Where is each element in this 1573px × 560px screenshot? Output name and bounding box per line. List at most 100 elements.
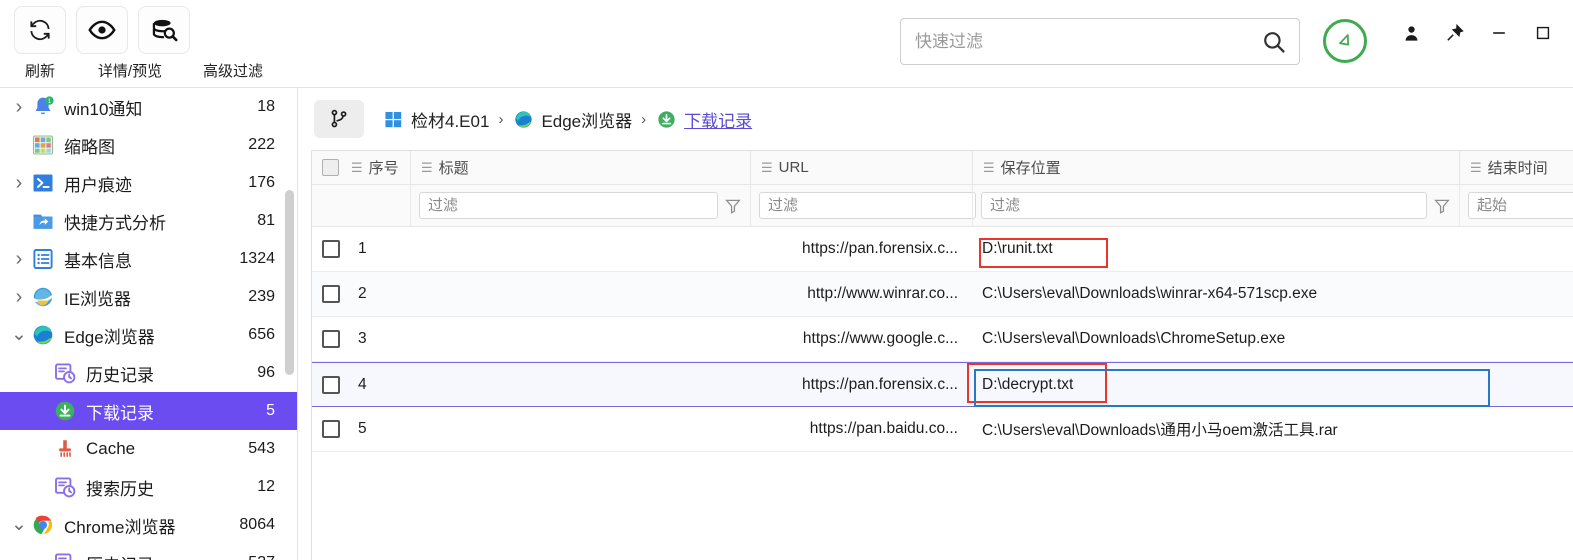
sidebar-item-4[interactable]: › 基本信息 1324 (0, 240, 297, 278)
sidebar-item-2[interactable]: › 用户痕迹 176 (0, 164, 297, 202)
filter-input-title[interactable] (419, 192, 718, 219)
column-header-location[interactable]: ☰ 保存位置 (972, 150, 1459, 185)
table-row[interactable]: 1 https://pan.forensix.c... D:\runit.txt (312, 227, 1573, 272)
cell-title (410, 407, 750, 451)
chevron-right-icon[interactable]: › (8, 286, 30, 309)
breadcrumb-bar: 检材4.E01 › Edge浏览器 › 下载记录 (298, 88, 1573, 150)
sidebar-item-3[interactable]: 快捷方式分析 81 (0, 202, 297, 240)
cache-broom-icon (52, 436, 78, 462)
column-header-location-label: 保存位置 (1000, 160, 1061, 177)
top-toolbar: 刷新 详情/预览 高级过滤 (0, 0, 1573, 88)
column-menu-icon[interactable]: ☰ (1470, 160, 1482, 176)
column-menu-icon[interactable]: ☰ (983, 160, 995, 176)
chevron-down-icon[interactable]: ⌄ (8, 515, 30, 534)
breadcrumb-item-1[interactable]: Edge浏览器 (512, 107, 632, 132)
minimize-button[interactable] (1488, 22, 1510, 44)
row-checkbox[interactable] (322, 285, 340, 303)
filter-input-url[interactable] (759, 192, 976, 219)
sidebar-scrollbar-thumb[interactable] (285, 190, 294, 375)
column-menu-icon[interactable]: ☰ (351, 160, 363, 176)
chevron-right-icon[interactable]: › (8, 96, 30, 119)
sidebar-item-1[interactable]: 缩略图 222 (0, 126, 297, 164)
sidebar-item-label: 搜索历史 (86, 479, 154, 499)
cell-endtime (1459, 317, 1573, 361)
pin-window-button[interactable] (1444, 22, 1466, 44)
sidebar-item-6[interactable]: ⌄ Edge浏览器 656 (0, 316, 297, 354)
user-icon (1405, 25, 1417, 41)
column-menu-icon[interactable]: ☰ (421, 160, 433, 176)
table-row[interactable]: 2 http://www.winrar.co... C:\Users\eval\Do… (312, 272, 1573, 317)
cell-endtime (1459, 227, 1573, 271)
column-header-url-label: URL (778, 159, 809, 176)
chrome-browser-icon (30, 512, 56, 538)
sidebar-item-count: 537 (248, 554, 297, 560)
table-row[interactable]: 4 https://pan.forensix.c... D:\decrypt.txt (312, 362, 1573, 407)
filter-input-endtime[interactable] (1468, 192, 1573, 219)
row-checkbox[interactable] (322, 240, 340, 258)
advanced-filter-button-label: 高级过滤 (202, 63, 263, 80)
sidebar-item-label: win10通知 (64, 99, 143, 119)
chevron-right-icon[interactable]: › (8, 172, 30, 195)
list-info-icon (30, 246, 56, 272)
sidebar-item-label: 缩略图 (64, 137, 115, 157)
filter-cell-title (410, 184, 750, 227)
sidebar-item-label: 快捷方式分析 (64, 213, 166, 233)
chevron-down-icon[interactable]: ⌄ (8, 325, 30, 344)
advanced-filter-button[interactable] (138, 6, 190, 54)
column-header-url[interactable]: ☰ URL (750, 150, 972, 185)
thumbnail-grid-icon (30, 132, 56, 158)
sidebar-item-9[interactable]: Cache 543 (0, 430, 297, 468)
detail-preview-button[interactable] (76, 6, 128, 54)
row-checkbox[interactable] (322, 420, 340, 438)
sidebar-item-label: Chrome浏览器 (64, 517, 176, 537)
pin-icon (1447, 23, 1464, 41)
row-checkbox[interactable] (322, 330, 340, 348)
cell-location: C:\Users\eval\Downloads\winrar-x64-571sc… (982, 285, 1318, 302)
sidebar-item-label: IE浏览器 (64, 289, 132, 309)
table-row[interactable]: 3 https://www.google.c... C:\Users\eval\Do… (312, 317, 1573, 362)
funnel-icon[interactable] (724, 197, 742, 215)
cell-endtime (1459, 272, 1573, 316)
notification-ring-button[interactable] (1323, 19, 1367, 63)
column-header-title[interactable]: ☰ 标题 (410, 150, 750, 185)
sidebar-item-8[interactable]: 下载记录 5 (0, 392, 297, 430)
breadcrumb-item-0[interactable]: 检材4.E01 (382, 107, 489, 132)
toolbar-button-group (14, 6, 190, 54)
sidebar-item-7[interactable]: 历史记录 96 (0, 354, 297, 392)
chevron-right-icon[interactable]: › (8, 248, 30, 271)
cell-index-value: 1 (358, 240, 367, 257)
sidebar-item-count: 5 (266, 402, 275, 419)
sidebar-item-12[interactable]: 历史记录537 (0, 544, 297, 560)
sidebar-item-11[interactable]: ⌄ Chrome浏览器 8064 (0, 506, 297, 544)
refresh-button[interactable] (14, 6, 66, 54)
breadcrumb-item-label: 下载记录 (684, 111, 753, 131)
breadcrumb-item-2[interactable]: 下载记录 (655, 107, 752, 132)
select-all-checkbox[interactable] (322, 159, 339, 176)
breadcrumb-separator: › (641, 110, 647, 128)
sidebar-item-count: 18 (257, 98, 275, 115)
shortcut-folder-icon (30, 208, 56, 234)
filter-input-location[interactable] (981, 192, 1427, 219)
cell-title (410, 227, 750, 271)
quick-filter-search-box[interactable] (900, 18, 1300, 65)
cell-index: 3 (312, 317, 410, 361)
maximize-button[interactable] (1532, 22, 1554, 44)
git-branch-icon (331, 109, 347, 128)
funnel-icon[interactable] (1433, 197, 1451, 215)
column-header-endtime[interactable]: ☰ 结束时间 (1459, 150, 1573, 185)
tree-toggle-button[interactable] (314, 100, 364, 138)
column-header-index[interactable]: ☰ 序号 (312, 151, 410, 185)
sidebar-item-10[interactable]: 搜索历史 12 (0, 468, 297, 506)
user-account-button[interactable] (1400, 22, 1422, 44)
column-menu-icon[interactable]: ☰ (761, 160, 773, 176)
sidebar-item-label: Edge浏览器 (64, 327, 155, 347)
sidebar-item-5[interactable]: › IE浏览器 239 (0, 278, 297, 316)
ie-browser-icon (30, 284, 56, 310)
search-input[interactable] (913, 30, 1261, 53)
table-row[interactable]: 5 https://pan.baidu.co... C:\Users\eval\Do… (312, 407, 1573, 452)
filter-cell-url (750, 184, 999, 227)
sidebar-item-0[interactable]: › 1 win10通知 18 (0, 88, 297, 126)
database-search-icon (152, 19, 177, 41)
search-icon[interactable] (1261, 29, 1287, 55)
row-checkbox[interactable] (322, 375, 340, 394)
